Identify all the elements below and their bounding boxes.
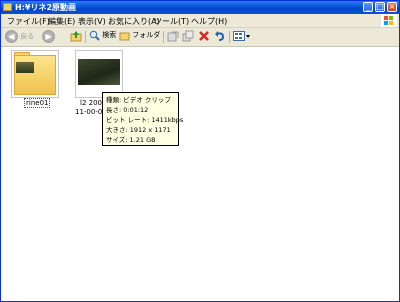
move-to-button[interactable] — [167, 30, 179, 44]
search-button[interactable]: 検索 — [89, 30, 116, 44]
undo-icon — [215, 31, 225, 41]
search-icon — [89, 30, 100, 41]
views-button[interactable] — [233, 30, 251, 44]
tooltip-length: 長さ: 0:01:12 — [106, 106, 149, 114]
title-bar[interactable]: H:¥リネ2原動画 _ □ × — [1, 1, 399, 14]
folders-button[interactable]: フォルダ — [119, 30, 160, 44]
menu-help[interactable]: ヘルプ(H) — [191, 16, 227, 27]
maximize-button[interactable]: □ — [375, 2, 385, 12]
folder-preview-image — [16, 62, 34, 73]
tooltip-size: サイズ: 1.21 GB — [106, 136, 156, 144]
back-button[interactable]: ◀ 戻る — [5, 30, 34, 44]
move-to-icon — [167, 31, 179, 42]
menu-file[interactable]: ファイル(F) — [7, 16, 50, 27]
copy-to-button[interactable] — [182, 30, 194, 44]
menu-edit[interactable]: 編集(E) — [48, 16, 75, 27]
menu-view[interactable]: 表示(V) — [78, 16, 106, 27]
forward-arrow-icon: ▶ — [42, 30, 55, 43]
undo-button[interactable] — [214, 30, 226, 44]
toolbar: ◀ 戻る ▶ 検索 フォルダ — [1, 28, 399, 47]
folder-icon — [3, 3, 12, 11]
video-thumbnail — [78, 59, 120, 85]
explorer-window: H:¥リネ2原動画 _ □ × ファイル(F) 編集(E) 表示(V) お気に入… — [0, 0, 400, 302]
folders-icon — [119, 32, 130, 41]
back-arrow-icon: ◀ — [5, 30, 18, 43]
toolbar-separator — [163, 31, 164, 43]
tooltip-bitrate: ビット レート: 1411kbps — [106, 116, 184, 124]
menu-bar: ファイル(F) 編集(E) 表示(V) お気に入り(A) ツール(T) ヘルプ(… — [1, 14, 399, 28]
menu-favorites[interactable]: お気に入り(A) — [108, 16, 160, 27]
minimize-button[interactable]: _ — [363, 2, 373, 12]
copy-to-icon — [182, 30, 194, 42]
delete-icon — [199, 31, 209, 41]
views-icon — [233, 31, 250, 41]
up-folder-icon — [70, 31, 82, 42]
window-title: H:¥リネ2原動画 — [15, 3, 77, 12]
tooltip-type: 種類: ビデオ クリップ — [106, 96, 171, 104]
toolbar-separator — [229, 31, 230, 43]
toolbar-separator — [85, 31, 86, 43]
up-folder-button[interactable] — [70, 30, 82, 44]
tooltip-dimensions: 大きさ: 1912 x 1171 — [106, 126, 171, 134]
forward-button[interactable]: ▶ — [42, 30, 55, 44]
folder-name[interactable]: rine01 — [24, 98, 51, 108]
file-view[interactable]: rine01 l2 2009- 11-00-02 — [1, 47, 399, 301]
folder-thumbnail — [14, 55, 56, 95]
video-item[interactable] — [75, 50, 123, 98]
windows-logo-icon — [381, 14, 397, 27]
menu-tools[interactable]: ツール(T) — [154, 16, 189, 27]
close-button[interactable]: × — [387, 2, 397, 12]
delete-button[interactable] — [198, 30, 210, 44]
file-info-tooltip: 種類: ビデオ クリップ 長さ: 0:01:12 ビット レート: 1411kb… — [102, 92, 184, 146]
folder-item[interactable] — [11, 50, 59, 98]
